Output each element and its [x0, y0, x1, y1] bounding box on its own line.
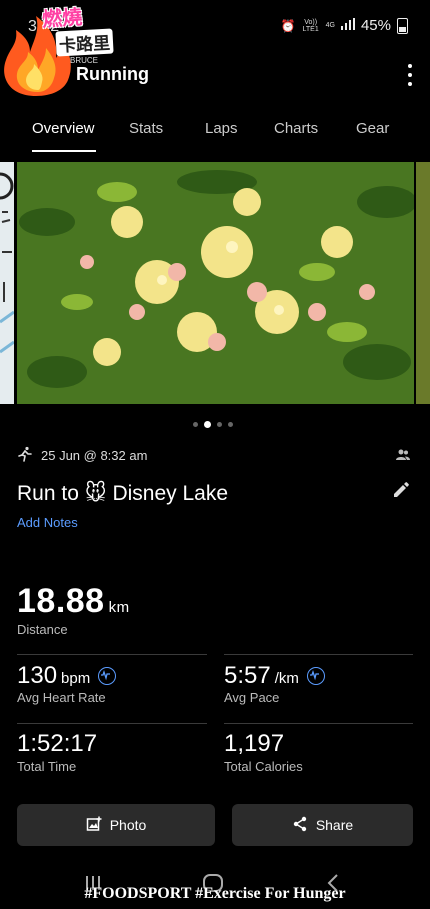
activity-title: Run to 🐭 Disney Lake: [17, 481, 228, 506]
carousel-dot-active: [204, 421, 211, 428]
signal-icon: [340, 17, 355, 34]
time-value: 1:52:17: [17, 730, 98, 757]
calories-label: Total Calories: [224, 759, 303, 774]
logo-text-secondary: 卡路里: [55, 28, 114, 57]
distance-label: Distance: [17, 622, 68, 637]
tab-overview[interactable]: Overview: [32, 120, 95, 137]
pace-stat: 5:57 /km: [224, 662, 325, 690]
divider: [224, 723, 413, 724]
photo-button-label: Photo: [109, 817, 147, 833]
page-title: Running: [76, 64, 149, 84]
pace-value: 5:57: [224, 662, 271, 689]
divider: [224, 654, 413, 655]
share-button-label: Share: [315, 817, 354, 833]
carousel-dot: [193, 422, 198, 427]
mouse-emoji: 🐭: [84, 482, 107, 505]
watermark-text: #FOODSPORT #Exercise For Hunger: [84, 885, 346, 902]
add-photo-icon: [86, 816, 102, 835]
pace-label: Avg Pace: [224, 690, 280, 705]
distance-unit: km: [108, 599, 130, 616]
share-icon: [292, 816, 308, 835]
heart-rate-zone-icon[interactable]: [98, 667, 117, 685]
alarm-icon: ⏰: [280, 18, 296, 33]
add-notes-link[interactable]: Add Notes: [17, 515, 78, 530]
calories-value: 1,197: [224, 730, 285, 757]
battery-icon: [397, 17, 408, 34]
activity-datetime: 25 Jun @ 8:32 am: [41, 448, 148, 463]
share-button[interactable]: Share: [232, 804, 413, 846]
add-photo-button[interactable]: Photo: [17, 804, 215, 846]
active-tab-indicator: [32, 150, 96, 152]
logo-text: 燃燒: [41, 6, 83, 32]
network-type: 4G: [325, 22, 335, 29]
battery-percent: 45%: [360, 17, 391, 34]
activity-title-text: Disney Lake: [112, 482, 229, 505]
activity-photo[interactable]: [17, 162, 414, 404]
carousel-indicator: [193, 421, 233, 428]
running-icon: [17, 446, 33, 465]
tab-charts[interactable]: Charts: [274, 120, 318, 137]
distance-value: 18.88: [17, 582, 105, 620]
divider: [17, 723, 207, 724]
volte-indicator: Vo)) LTE1: [302, 18, 319, 33]
carousel-dot: [228, 422, 233, 427]
time-stat: 1:52:17: [17, 730, 97, 758]
time-label: Total Time: [17, 759, 77, 774]
heart-rate-value: 130: [17, 662, 58, 689]
previous-photo-thumbnail[interactable]: [0, 162, 14, 404]
divider: [17, 654, 207, 655]
calories-stat: 1,197: [224, 730, 284, 758]
heart-rate-label: Avg Heart Rate: [17, 690, 106, 705]
activity-title-text: Run to: [17, 482, 79, 505]
pencil-icon[interactable]: [392, 481, 410, 504]
pace-unit: /km: [274, 670, 299, 687]
distance-stat: 18.88 km: [17, 582, 130, 621]
tab-laps[interactable]: Laps: [205, 120, 238, 137]
tab-gear[interactable]: Gear: [356, 120, 389, 137]
people-icon[interactable]: [396, 448, 410, 466]
activity-date-row: 25 Jun @ 8:32 am: [17, 446, 147, 465]
next-photo-thumbnail[interactable]: [416, 162, 430, 404]
heart-rate-unit: bpm: [61, 670, 91, 687]
heart-rate-stat: 130 bpm: [17, 662, 117, 690]
tab-bar: Overview Stats Laps Charts Gear: [0, 112, 430, 152]
carousel-dot: [217, 422, 222, 427]
pace-zone-icon[interactable]: [306, 667, 325, 685]
tab-stats[interactable]: Stats: [129, 120, 163, 137]
more-options-icon[interactable]: [406, 64, 414, 86]
status-icons: ⏰ Vo)) LTE1 4G 45%: [281, 17, 408, 34]
